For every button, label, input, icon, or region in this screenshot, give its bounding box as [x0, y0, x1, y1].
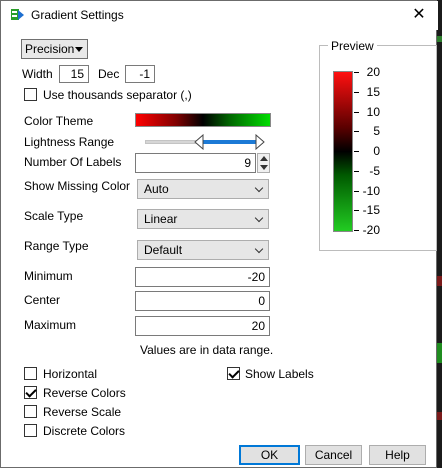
thousands-separator-checkbox[interactable] [24, 88, 37, 101]
minimum-field[interactable]: -20 [135, 267, 270, 287]
show-missing-color-value: Auto [144, 182, 169, 196]
precision-label: Precision [25, 42, 75, 56]
range-type-select[interactable]: Default [137, 240, 269, 260]
show-labels-label: Show Labels [245, 367, 314, 381]
window-title: Gradient Settings [31, 8, 124, 22]
width-field[interactable]: 15 [59, 65, 89, 83]
preview-tick-label: -20 [362, 223, 380, 237]
color-theme-swatch[interactable] [135, 113, 271, 127]
scale-type-select[interactable]: Linear [137, 209, 269, 229]
lightness-min-handle[interactable] [194, 134, 204, 150]
gradient-settings-app-icon [11, 9, 24, 20]
center-field[interactable]: 0 [135, 291, 270, 311]
chevron-down-icon [254, 213, 264, 223]
number-of-labels-field[interactable]: 9 [135, 153, 256, 173]
preview-tick-label: 10 [366, 105, 380, 119]
close-icon[interactable]: ✕ [407, 4, 431, 26]
lightness-max-handle[interactable] [255, 134, 265, 150]
thousands-separator-label: Use thousands separator (,) [43, 88, 192, 102]
range-type-label: Range Type [24, 239, 89, 253]
preview-tick-label: -10 [362, 184, 380, 198]
title-bar: Gradient Settings ✕ [1, 1, 438, 30]
help-button[interactable]: Help [369, 445, 426, 465]
scale-type-value: Linear [144, 212, 178, 226]
dec-label: Dec [98, 67, 120, 81]
preview-tick-label: 15 [366, 85, 380, 99]
chevron-down-icon [254, 183, 264, 193]
gradient-settings-dialog: Gradient Settings ✕ Precision Width 15 D… [0, 0, 438, 468]
cancel-button[interactable]: Cancel [305, 445, 362, 465]
show-missing-color-label: Show Missing Color [24, 179, 131, 193]
lightness-range-label: Lightness Range [24, 135, 115, 149]
range-type-value: Default [144, 243, 183, 257]
number-of-labels-label: Number Of Labels [24, 155, 122, 169]
preview-tick-label: 20 [366, 65, 380, 79]
number-of-labels-spinner[interactable] [257, 153, 270, 173]
maximum-label: Maximum [24, 318, 77, 332]
preview-tick-label: -15 [362, 203, 380, 217]
color-theme-label: Color Theme [24, 114, 94, 128]
show-labels-checkbox[interactable] [227, 367, 240, 380]
scale-type-label: Scale Type [24, 209, 84, 223]
discrete-colors-label: Discrete Colors [43, 424, 126, 438]
dec-field[interactable]: -1 [125, 65, 155, 83]
horizontal-label: Horizontal [43, 367, 98, 381]
preview-tick-label: -5 [369, 164, 380, 178]
reverse-scale-label: Reverse Scale [43, 405, 122, 419]
preview-label: Preview [328, 39, 377, 53]
spin-up-icon[interactable] [260, 156, 268, 162]
dropdown-arrow-icon [75, 47, 83, 52]
spin-down-icon[interactable] [260, 165, 268, 171]
reverse-scale-checkbox[interactable] [24, 405, 37, 418]
reverse-colors-label: Reverse Colors [43, 386, 126, 400]
lightness-range-fill [200, 140, 259, 144]
range-note: Values are in data range. [140, 343, 274, 357]
minimum-label: Minimum [24, 269, 73, 283]
reverse-colors-checkbox[interactable] [24, 386, 37, 399]
background-window-strip [437, 0, 442, 468]
center-label: Center [24, 293, 61, 307]
horizontal-checkbox[interactable] [24, 367, 37, 380]
ok-button[interactable]: OK [239, 445, 300, 465]
show-missing-color-select[interactable]: Auto [137, 179, 269, 199]
precision-dropdown[interactable]: Precision [21, 39, 88, 59]
discrete-colors-checkbox[interactable] [24, 424, 37, 437]
preview-tick-label: 5 [373, 124, 380, 138]
chevron-down-icon [254, 244, 264, 254]
preview-tick-label: 0 [373, 144, 380, 158]
maximum-field[interactable]: 20 [135, 316, 270, 336]
width-label: Width [22, 67, 53, 81]
